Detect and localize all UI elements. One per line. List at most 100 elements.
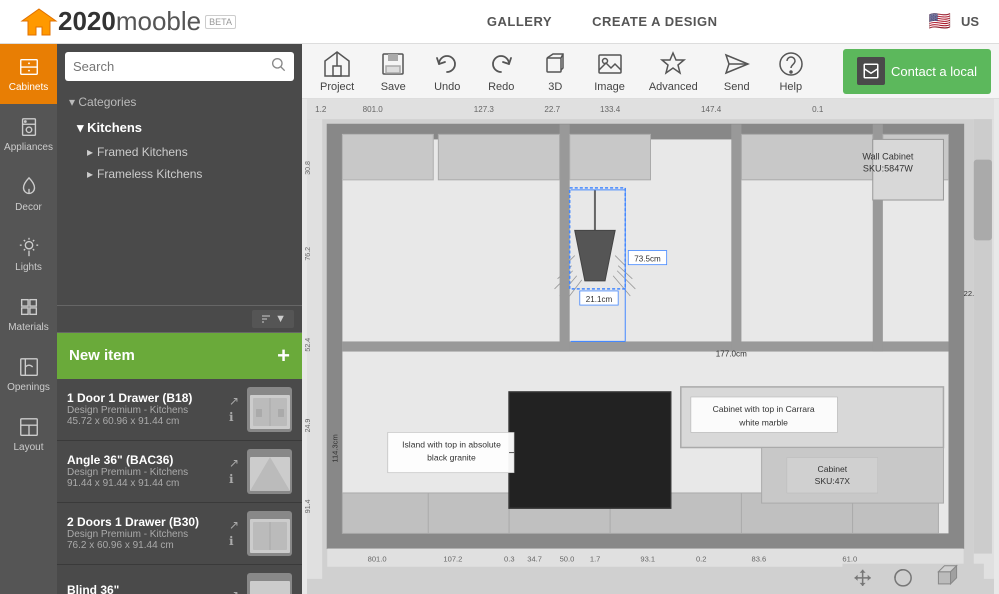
logo-text-2020: 2020 bbox=[58, 6, 116, 37]
floorplan-svg: 1.2 801.0 127.3 22.7 133.4 147.4 0.1 30.… bbox=[302, 99, 999, 594]
sidebar-item-materials[interactable]: Materials bbox=[0, 284, 57, 344]
sort-bar: ▼ bbox=[57, 305, 302, 333]
save-button[interactable]: Save bbox=[368, 46, 418, 97]
flag-icon: 🇺🇸 bbox=[929, 11, 951, 32]
image-button[interactable]: Image bbox=[584, 46, 635, 97]
main-layout: Cabinets Appliances Decor bbox=[0, 44, 999, 594]
list-item[interactable]: Angle 36" (BAC36) Design Premium - Kitch… bbox=[57, 441, 302, 503]
product-dims: 91.44 x 91.44 x 91.44 cm bbox=[67, 478, 221, 489]
product-dims: 45.72 x 60.96 x 91.44 cm bbox=[67, 416, 221, 427]
sidebar-item-layout[interactable]: Layout bbox=[0, 404, 57, 464]
svg-text:801.0: 801.0 bbox=[368, 555, 387, 564]
lights-icon bbox=[18, 236, 40, 258]
advanced-label: Advanced bbox=[649, 81, 698, 93]
sub-category-framed[interactable]: ▸ Framed Kitchens bbox=[57, 141, 302, 163]
create-link[interactable]: CREATE A DESIGN bbox=[592, 14, 717, 29]
product-actions: ↗ ℹ bbox=[229, 394, 239, 424]
product-dims: 76.2 x 60.96 x 91.44 cm bbox=[67, 540, 221, 551]
left-panel: ▾ Categories ▾ Kitchens ▸ Framed Kitchen… bbox=[57, 44, 302, 594]
new-item-label: New item bbox=[69, 347, 135, 364]
logo-area: 2020 mooble BETA bbox=[20, 6, 236, 37]
sidebar-item-decor[interactable]: Decor bbox=[0, 164, 57, 224]
sidebar-item-cabinets[interactable]: Cabinets bbox=[0, 44, 57, 104]
list-item[interactable]: 2 Doors 1 Drawer (B30) Design Premium - … bbox=[57, 503, 302, 565]
project-button[interactable]: Project bbox=[310, 46, 364, 97]
save-icon bbox=[379, 50, 407, 78]
product-share-icon[interactable]: ↗ bbox=[229, 456, 239, 470]
product-thumbnail-img bbox=[248, 573, 292, 594]
list-item[interactable]: Blind 36" Design Premium - Kitchens ↗ bbox=[57, 565, 302, 594]
product-info: 2 Doors 1 Drawer (B30) Design Premium - … bbox=[67, 515, 221, 551]
sub-category-frameless[interactable]: ▸ Frameless Kitchens bbox=[57, 163, 302, 185]
categories-section: ▾ Categories ▾ Kitchens ▸ Framed Kitchen… bbox=[57, 89, 302, 305]
sidebar-item-lights[interactable]: Lights bbox=[0, 224, 57, 284]
product-name: Angle 36" (BAC36) bbox=[67, 453, 221, 467]
product-share-icon[interactable]: ↗ bbox=[229, 518, 239, 532]
product-actions: ↗ bbox=[229, 588, 239, 594]
category-kitchens[interactable]: ▾ Kitchens bbox=[57, 115, 302, 141]
redo-button[interactable]: Redo bbox=[476, 46, 526, 97]
product-actions: ↗ ℹ bbox=[229, 518, 239, 548]
cabinets-label: Cabinets bbox=[9, 82, 48, 93]
send-button[interactable]: Send bbox=[712, 46, 762, 97]
logo-icon bbox=[20, 7, 58, 37]
help-button[interactable]: Help bbox=[766, 46, 816, 97]
svg-text:50.0: 50.0 bbox=[560, 555, 575, 564]
svg-text:1.2: 1.2 bbox=[315, 105, 327, 114]
list-item[interactable]: 1 Door 1 Drawer (B18) Design Premium - K… bbox=[57, 379, 302, 441]
product-info-icon[interactable]: ℹ bbox=[229, 472, 239, 486]
region-label: US bbox=[961, 14, 979, 29]
svg-text:52.4: 52.4 bbox=[305, 338, 312, 352]
sidebar-item-openings[interactable]: Openings bbox=[0, 344, 57, 404]
svg-text:SKU:47X: SKU:47X bbox=[815, 476, 851, 486]
product-thumb bbox=[247, 449, 292, 494]
view-cube-icon[interactable] bbox=[938, 566, 956, 584]
categories-header[interactable]: ▾ Categories bbox=[57, 89, 302, 115]
product-name: 1 Door 1 Drawer (B18) bbox=[67, 391, 221, 405]
cabinets-icon bbox=[18, 56, 40, 78]
svg-text:24.9: 24.9 bbox=[305, 419, 312, 433]
top-nav: 2020 mooble BETA GALLERY CREATE A DESIGN… bbox=[0, 0, 999, 44]
sort-button[interactable]: ▼ bbox=[252, 310, 294, 328]
3d-button[interactable]: 3D bbox=[530, 46, 580, 97]
product-info-icon[interactable]: ℹ bbox=[229, 534, 239, 548]
svg-text:0.2: 0.2 bbox=[696, 555, 707, 564]
product-name: 2 Doors 1 Drawer (B30) bbox=[67, 515, 221, 529]
product-share-icon[interactable]: ↗ bbox=[229, 394, 239, 408]
svg-text:73.5cm: 73.5cm bbox=[634, 255, 661, 264]
undo-label: Undo bbox=[434, 81, 460, 93]
search-input[interactable] bbox=[73, 59, 264, 74]
svg-text:177.0cm: 177.0cm bbox=[716, 350, 747, 359]
undo-icon bbox=[433, 50, 461, 78]
svg-text:22.7: 22.7 bbox=[544, 105, 560, 114]
product-share-icon[interactable]: ↗ bbox=[229, 588, 239, 594]
search-icon[interactable] bbox=[270, 56, 286, 77]
search-bar bbox=[65, 52, 294, 81]
appliances-label: Appliances bbox=[4, 142, 53, 153]
contact-button[interactable]: Contact a local bbox=[843, 49, 991, 94]
redo-label: Redo bbox=[488, 81, 514, 93]
svg-text:white marble: white marble bbox=[738, 417, 788, 427]
advanced-button[interactable]: Advanced bbox=[639, 46, 708, 97]
svg-text:1.7: 1.7 bbox=[590, 555, 601, 564]
gallery-link[interactable]: GALLERY bbox=[487, 14, 552, 29]
svg-text:Wall Cabinet: Wall Cabinet bbox=[862, 152, 914, 162]
svg-text:93.1: 93.1 bbox=[640, 555, 655, 564]
project-icon bbox=[323, 50, 351, 78]
decor-icon bbox=[18, 176, 40, 198]
product-thumbnail-img bbox=[248, 387, 292, 431]
sidebar-item-appliances[interactable]: Appliances bbox=[0, 104, 57, 164]
svg-text:Cabinet with top in Carrara: Cabinet with top in Carrara bbox=[713, 404, 815, 414]
3d-label: 3D bbox=[548, 81, 562, 93]
svg-text:SKU:5847W: SKU:5847W bbox=[863, 164, 913, 174]
new-item-bar[interactable]: New item + bbox=[57, 333, 302, 379]
undo-button[interactable]: Undo bbox=[422, 46, 472, 97]
content-area: Project Save Undo bbox=[302, 44, 999, 594]
svg-text:34.7: 34.7 bbox=[527, 555, 542, 564]
svg-text:61.0: 61.0 bbox=[842, 555, 857, 564]
help-label: Help bbox=[779, 81, 802, 93]
new-item-plus: + bbox=[277, 343, 290, 369]
product-info-icon[interactable]: ℹ bbox=[229, 410, 239, 424]
svg-text:107.2: 107.2 bbox=[443, 555, 462, 564]
help-icon bbox=[777, 50, 805, 78]
